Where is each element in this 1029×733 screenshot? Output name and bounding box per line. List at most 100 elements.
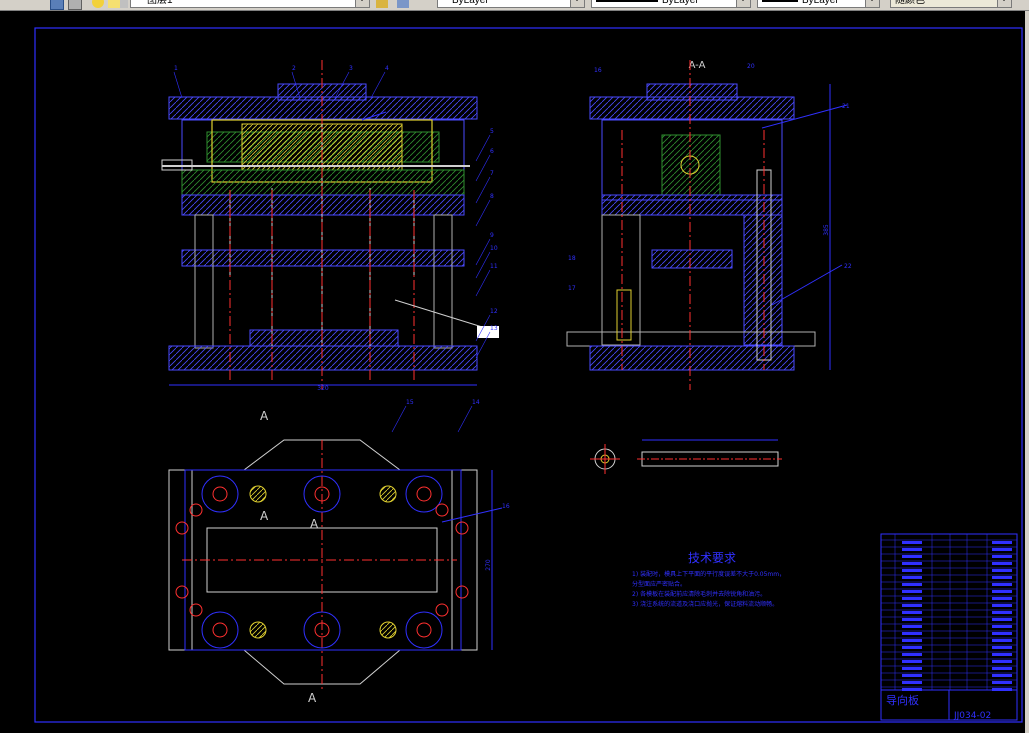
title-block-cell <box>902 590 922 593</box>
screw-hole <box>455 585 469 599</box>
make-current-icon[interactable] <box>376 0 388 8</box>
title-block-cell <box>992 604 1012 607</box>
leader-label: 1 <box>174 65 178 72</box>
leader-label: 6 <box>490 148 494 155</box>
title-block-cell <box>992 611 1012 614</box>
leader-label: 12 <box>490 308 498 315</box>
title-block-cell <box>992 562 1012 565</box>
leader-label: 3 <box>349 65 353 72</box>
title-block-cell <box>992 576 1012 579</box>
color-combo[interactable]: ByLayer <box>437 0 585 8</box>
guide-pin <box>379 621 397 639</box>
drawing-border <box>34 27 1023 723</box>
title-block-cell <box>992 681 1012 684</box>
title-block-cell <box>992 583 1012 586</box>
layer-manager-icon[interactable] <box>50 0 64 10</box>
layer-state-icon[interactable] <box>68 0 82 10</box>
sun-icon[interactable] <box>108 0 120 8</box>
section-mark-left-top: A <box>260 409 269 423</box>
title-block-cell <box>992 569 1012 572</box>
section-mark-mid: A <box>310 517 319 531</box>
title-block-cell <box>902 639 922 642</box>
title-block-cell <box>902 548 922 551</box>
title-block-cell <box>992 590 1012 593</box>
plan-height-dim: 270 <box>485 559 492 571</box>
bolt-hole <box>405 611 443 649</box>
title-block-cell <box>902 660 922 663</box>
title-block-cell <box>992 639 1012 642</box>
title-block-cell <box>992 667 1012 670</box>
tech-line-4: 3) 浇注系统的流道及浇口应抛光，保证熔料流动顺畅。 <box>632 600 778 608</box>
title-block-cell <box>992 660 1012 663</box>
title-block-cell <box>992 646 1012 649</box>
title-block-cell <box>902 618 922 621</box>
title-block-cell <box>902 674 922 677</box>
screw-hole <box>175 585 189 599</box>
title-block-cell <box>902 653 922 656</box>
guide-pin <box>249 485 267 503</box>
screw-hole <box>435 603 449 617</box>
bolt-hole-inner <box>212 622 228 638</box>
title-block-cell <box>992 541 1012 544</box>
color-combo-value: ByLayer <box>452 0 489 6</box>
chevron-down-icon[interactable] <box>570 0 584 7</box>
plan-view: 270 A A A A <box>168 409 503 705</box>
leader-label: 16 <box>502 503 510 510</box>
title-block-cell <box>902 541 922 544</box>
title-block-cell <box>902 604 922 607</box>
title-block-cell <box>902 646 922 649</box>
bulb-icon[interactable] <box>92 0 104 8</box>
leader-label: 14 <box>472 399 480 406</box>
side-height-dim: 385 <box>823 224 830 236</box>
title-block-name: 导向板 <box>886 693 919 707</box>
section-mark-left-bottom: A <box>260 509 269 523</box>
layer-previous-icon[interactable] <box>397 0 409 8</box>
leader-label: 13 <box>490 325 498 332</box>
title-block-cell <box>902 611 922 614</box>
section-label-top: A-A <box>689 60 706 71</box>
bolt-hole <box>201 475 239 513</box>
title-block-cell <box>902 667 922 670</box>
lineweight-combo[interactable]: ByLayer <box>757 0 880 8</box>
chevron-down-icon[interactable] <box>736 0 750 7</box>
section-mark-bottom: A <box>308 691 317 705</box>
guide-pin <box>249 621 267 639</box>
technical-requirements: 技术要求 1) 装配时，模具上下平面的平行度误差不大于0.05mm， 分型面应严… <box>632 551 785 608</box>
chevron-down-icon[interactable] <box>997 0 1011 7</box>
screw-hole <box>175 521 189 535</box>
leader-label: 7 <box>490 170 494 177</box>
title-block-cell <box>902 625 922 628</box>
leader-label: 4 <box>385 65 389 72</box>
linetype-combo-value: ByLayer <box>662 0 699 6</box>
chevron-down-icon[interactable] <box>865 0 879 7</box>
bolt-hole-inner <box>212 486 228 502</box>
title-block-cell <box>902 681 922 684</box>
layer-combo[interactable]: 图层1 <box>130 0 370 8</box>
screw-hole <box>435 503 449 517</box>
toolbar: 图层1 ByLayer ByLayer ByLayer 随颜色 <box>0 0 1029 11</box>
leader-label: 17 <box>568 285 576 292</box>
screw-hole <box>455 521 469 535</box>
plotstyle-combo[interactable]: 随颜色 <box>890 0 1012 8</box>
leader-label: 8 <box>490 193 494 200</box>
bolt-hole <box>201 611 239 649</box>
lock-icon[interactable] <box>120 0 128 8</box>
leader-label: 20 <box>747 63 755 70</box>
title-block-cell <box>902 583 922 586</box>
drawing-canvas[interactable]: 320 1 2 3 45678910111213141516202118172216 … <box>0 11 1029 733</box>
leader-label: 11 <box>490 263 498 270</box>
title-block-cell <box>992 597 1012 600</box>
title-block-cell <box>992 625 1012 628</box>
title-block-cell <box>992 618 1012 621</box>
bolt-hole-inner <box>416 622 432 638</box>
layer-combo-value: 图层1 <box>147 0 173 6</box>
title-block-cell <box>992 555 1012 558</box>
linetype-combo[interactable]: ByLayer <box>591 0 751 8</box>
title-block-cell <box>902 555 922 558</box>
tech-line-1: 1) 装配时，模具上下平面的平行度误差不大于0.05mm， <box>632 570 785 578</box>
chevron-down-icon[interactable] <box>355 0 369 7</box>
side-view: A-A 385 <box>566 60 848 390</box>
front-width-dim: 320 <box>317 385 329 392</box>
leader-label: 16 <box>594 67 602 74</box>
title-block-cell <box>902 569 922 572</box>
